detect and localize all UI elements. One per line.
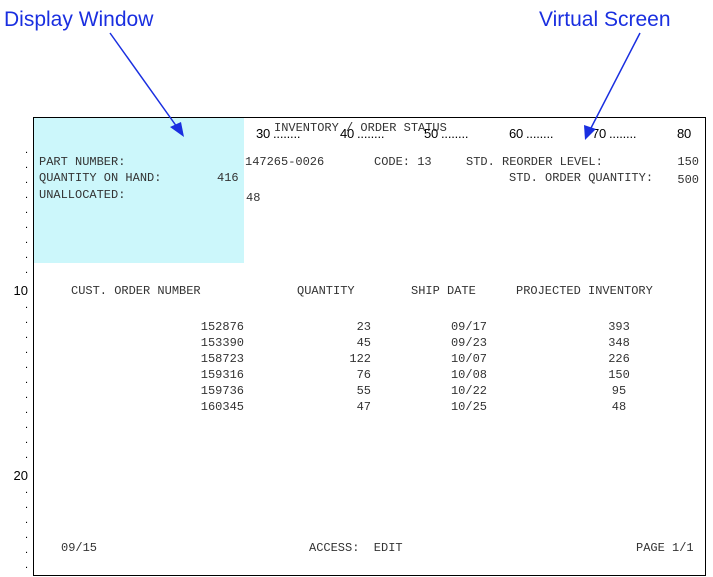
cell-order: 158723 bbox=[200, 352, 244, 366]
row-marker-dot: . bbox=[24, 374, 28, 386]
reorder-level-label: STD. REORDER LEVEL: bbox=[466, 155, 603, 169]
col-header-quantity: QUANTITY bbox=[297, 284, 355, 298]
virtual-screen-callout: Virtual Screen bbox=[539, 8, 671, 31]
cell-projected: 393 bbox=[608, 320, 630, 334]
quantity-on-hand-value: 416 bbox=[217, 171, 239, 185]
part-number-label: PART NUMBER: bbox=[39, 155, 126, 169]
col-header-projected: PROJECTED INVENTORY bbox=[516, 284, 653, 298]
cell-quantity: 122 bbox=[349, 352, 371, 366]
virtual-screen-arrow bbox=[590, 32, 641, 129]
footer-page: PAGE 1/1 bbox=[636, 541, 694, 555]
col-header-order: CUST. ORDER NUMBER bbox=[71, 284, 201, 298]
cell-quantity: 76 bbox=[356, 368, 371, 382]
virtual-screen: INVENTORY / ORDER STATUS PART NUMBER: 14… bbox=[33, 117, 706, 576]
order-quantity-value: 500 bbox=[677, 173, 699, 187]
row-marker-dot: . bbox=[24, 249, 28, 261]
row-marker-dot: . bbox=[24, 264, 28, 276]
row-marker-dot: . bbox=[24, 499, 28, 511]
row-marker-10: 10 bbox=[13, 283, 28, 298]
cell-quantity: 23 bbox=[356, 320, 371, 334]
row-marker-20: 20 bbox=[13, 468, 28, 483]
row-marker-dot: . bbox=[24, 389, 28, 401]
row-marker-dot: . bbox=[24, 204, 28, 216]
row-marker-dot: . bbox=[24, 189, 28, 201]
cell-quantity: 55 bbox=[356, 384, 371, 398]
reorder-level-value: 150 bbox=[677, 155, 699, 169]
cell-order: 159736 bbox=[200, 384, 244, 398]
cell-quantity: 47 bbox=[356, 400, 371, 414]
row-marker-dot: . bbox=[24, 344, 28, 356]
cell-ship-date: 10/22 bbox=[450, 384, 487, 398]
cell-projected: 348 bbox=[608, 336, 630, 350]
row-marker-dot: . bbox=[24, 419, 28, 431]
unallocated-value: 48 bbox=[246, 191, 261, 205]
row-marker-dot: . bbox=[24, 434, 28, 446]
row-marker-dot: . bbox=[24, 234, 28, 246]
cell-projected: 95 bbox=[611, 384, 627, 398]
row-marker-dot: . bbox=[24, 219, 28, 231]
cell-projected: 226 bbox=[608, 352, 630, 366]
row-marker-dot: . bbox=[24, 514, 28, 526]
quantity-on-hand-label: QUANTITY ON HAND: bbox=[39, 171, 162, 185]
row-marker-dot: . bbox=[24, 449, 28, 461]
row-marker-dot: . bbox=[24, 159, 28, 171]
cell-order: 153390 bbox=[200, 336, 244, 350]
cell-order: 159316 bbox=[200, 368, 244, 382]
order-quantity-label: STD. ORDER QUANTITY: bbox=[509, 171, 654, 185]
row-marker-dot: . bbox=[24, 329, 28, 341]
cell-ship-date: 09/23 bbox=[450, 336, 487, 350]
row-marker-dot: . bbox=[24, 529, 28, 541]
footer-access: ACCESS: EDIT bbox=[309, 541, 403, 555]
cell-projected: 150 bbox=[608, 368, 630, 382]
row-marker-dot: . bbox=[24, 314, 28, 326]
cell-ship-date: 10/08 bbox=[450, 368, 487, 382]
cell-order: 152876 bbox=[200, 320, 244, 334]
row-marker-dot: . bbox=[24, 144, 28, 156]
row-marker-dot: . bbox=[24, 559, 28, 571]
part-number-value: 147265-0026 bbox=[245, 155, 325, 169]
cell-projected: 48 bbox=[611, 400, 627, 414]
cell-ship-date: 10/25 bbox=[450, 400, 487, 414]
row-marker-dot: . bbox=[24, 359, 28, 371]
cell-ship-date: 09/17 bbox=[450, 320, 487, 334]
row-marker-dot: . bbox=[24, 299, 28, 311]
cell-order: 160345 bbox=[200, 400, 244, 414]
display-window-callout: Display Window bbox=[4, 8, 154, 31]
row-marker-dot: . bbox=[24, 174, 28, 186]
row-marker-dot: . bbox=[24, 404, 28, 416]
display-window-arrow bbox=[109, 32, 178, 128]
cell-ship-date: 10/07 bbox=[450, 352, 487, 366]
col-header-ship-date: SHIP DATE bbox=[411, 284, 476, 298]
screen-title: INVENTORY / ORDER STATUS bbox=[274, 121, 447, 135]
row-marker-dot: . bbox=[24, 484, 28, 496]
row-marker-dot: . bbox=[24, 544, 28, 556]
cell-quantity: 45 bbox=[356, 336, 371, 350]
unallocated-label: UNALLOCATED: bbox=[39, 188, 126, 202]
footer-date: 09/15 bbox=[61, 541, 98, 555]
code-label: CODE: 13 bbox=[374, 155, 432, 169]
